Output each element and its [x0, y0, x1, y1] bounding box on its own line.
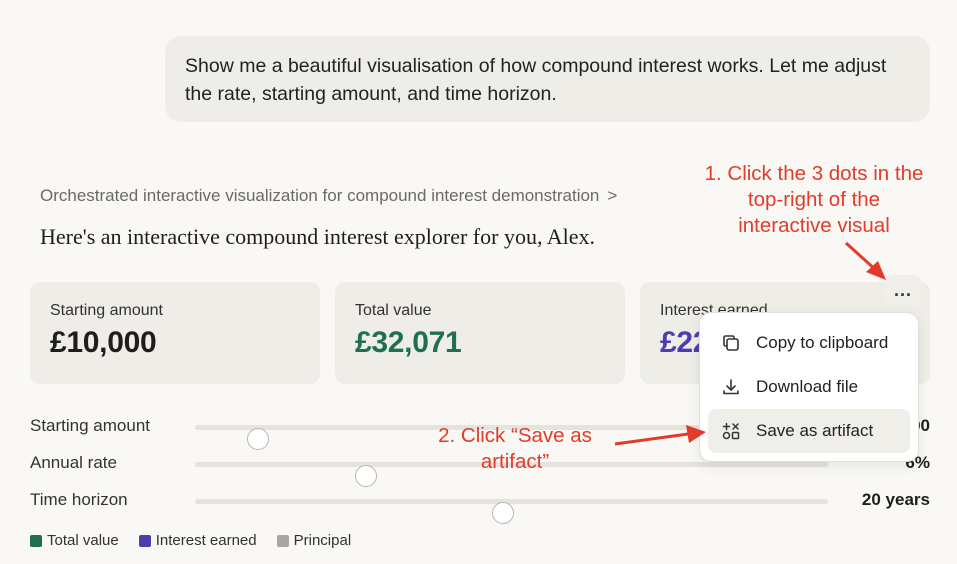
- annotation-step-2: 2. Click “Save as artifact”: [438, 424, 592, 473]
- stat-value: £10,000: [50, 326, 157, 359]
- slider-thumb[interactable]: [492, 502, 515, 524]
- user-message-text: Show me a beautiful visualisation of how…: [185, 55, 887, 105]
- more-dots-icon: ...: [893, 279, 912, 300]
- stat-label: Total value: [355, 302, 432, 319]
- legend-item-principal: Principal: [276, 532, 352, 549]
- legend-label: Interest earned: [155, 532, 257, 549]
- legend-swatch: [276, 534, 289, 547]
- menu-item-label: Download file: [756, 377, 859, 396]
- stat-value: £32,071: [355, 326, 462, 359]
- slider-value: 20 years: [861, 490, 930, 509]
- menu-item-label: Copy to clipboard: [756, 333, 889, 352]
- artifact-options-menu: Copy to clipboard Download file Save as …: [699, 312, 919, 462]
- legend-item-total-value: Total value: [30, 532, 119, 549]
- chart-legend: Total value Interest earned Principal: [30, 532, 351, 549]
- user-message-bubble: Show me a beautiful visualisation of how…: [165, 36, 930, 122]
- menu-item-save-as-artifact[interactable]: Save as artifact: [708, 409, 910, 453]
- more-options-button[interactable]: ...: [885, 275, 921, 305]
- stat-label: Starting amount: [50, 302, 163, 319]
- slider-label: Time horizon: [30, 490, 128, 509]
- slider-row-time-horizon: Time horizon 20 years: [30, 486, 930, 524]
- legend-label: Principal: [293, 532, 352, 549]
- stat-card-starting-amount: Starting amount £10,000: [30, 282, 320, 384]
- thinking-summary[interactable]: Orchestrated interactive visualization f…: [40, 186, 617, 206]
- legend-label: Total value: [47, 532, 119, 549]
- stat-card-total-value: Total value £32,071: [335, 282, 625, 384]
- thinking-summary-text: Orchestrated interactive visualization f…: [40, 186, 600, 205]
- menu-item-download-file[interactable]: Download file: [708, 365, 910, 409]
- menu-item-copy-to-clipboard[interactable]: Copy to clipboard: [708, 321, 910, 365]
- chevron-right-icon: >: [607, 186, 618, 205]
- annotation-arrow-1: [844, 241, 886, 280]
- slider-thumb[interactable]: [247, 428, 270, 450]
- legend-swatch: [30, 534, 42, 547]
- slider-thumb[interactable]: [354, 465, 377, 487]
- artifact-icon: [720, 420, 742, 442]
- slider-label: Annual rate: [30, 453, 117, 472]
- copy-icon: [720, 332, 742, 354]
- slider-label: Starting amount: [30, 416, 151, 435]
- annotation-step-1: 1. Click the 3 dots in the top-right of …: [704, 162, 924, 237]
- download-icon: [720, 376, 742, 398]
- legend-item-interest-earned: Interest earned: [138, 532, 257, 549]
- assistant-reply: Here's an interactive compound interest …: [40, 224, 595, 249]
- menu-item-label: Save as artifact: [756, 421, 874, 440]
- legend-swatch: [138, 534, 151, 547]
- slider-track[interactable]: [195, 499, 828, 524]
